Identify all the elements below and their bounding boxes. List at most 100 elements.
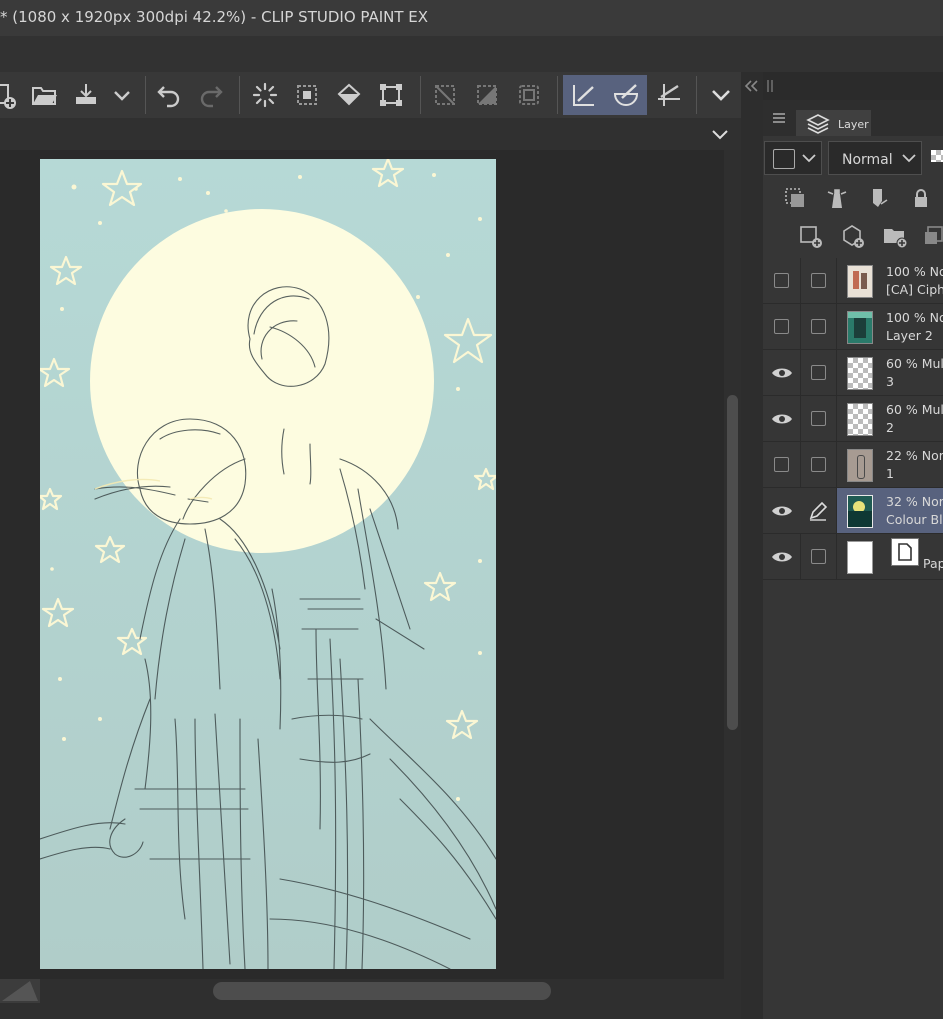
deselect-icon [435, 85, 455, 105]
redo-icon [200, 86, 223, 108]
visibility-checkbox[interactable] [774, 319, 789, 334]
layer-row[interactable]: 100 % No Layer 2 [763, 304, 943, 350]
save-menu-button[interactable] [102, 75, 142, 115]
layer-tools-row-1 [763, 180, 943, 216]
tab-layer[interactable]: Layer [796, 110, 871, 136]
new-vector-layer-icon [843, 225, 864, 248]
vertical-scrollbar[interactable] [724, 150, 741, 979]
blend-mode-select[interactable]: Normal [828, 141, 922, 175]
blend-mode-value: Normal [842, 152, 893, 168]
artwork-canvas[interactable] [40, 159, 496, 969]
layer-name: 1 [886, 466, 894, 481]
layer-row[interactable]: Pap [763, 534, 943, 580]
layer-edit-toggle[interactable] [800, 396, 837, 441]
layer-name: Pap [923, 556, 943, 571]
new-folder-button[interactable] [881, 222, 909, 250]
layer-visibility-toggle[interactable] [763, 534, 801, 579]
layer-edit-toggle[interactable] [800, 304, 837, 349]
layer-row[interactable]: 60 % Multi 3 [763, 350, 943, 396]
transform-button[interactable] [371, 75, 411, 115]
layer-row[interactable]: 60 % Multi 2 [763, 396, 943, 442]
new-canvas-button[interactable] [0, 75, 22, 115]
edit-checkbox[interactable] [810, 319, 826, 334]
clip-to-layer-below-button[interactable] [781, 184, 809, 212]
horizontal-scrollbar[interactable] [0, 979, 741, 1003]
layer-thumbnail [847, 265, 873, 298]
opacity-checker-icon[interactable] [931, 150, 943, 162]
layer-row[interactable]: 22 % Norm 1 [763, 442, 943, 488]
layer-visibility-toggle[interactable] [763, 442, 801, 487]
layer-name: 3 [886, 374, 894, 389]
chevron-down-icon [114, 91, 130, 101]
snap-to-grid-button[interactable] [649, 75, 689, 115]
layer-thumbnail [847, 403, 873, 436]
lock-layer-button[interactable] [907, 184, 935, 212]
undo-button[interactable] [149, 75, 189, 115]
layer-visibility-toggle[interactable] [763, 396, 801, 441]
open-file-button[interactable] [24, 75, 64, 115]
snap-to-ruler-button[interactable] [563, 75, 605, 115]
layer-edit-toggle[interactable] [800, 442, 837, 487]
layer-edit-toggle[interactable] [800, 350, 837, 395]
layer-edit-toggle[interactable] [800, 488, 837, 533]
vertical-scroll-thumb[interactable] [727, 395, 738, 730]
transform-icon [380, 84, 402, 106]
new-raster-layer-button[interactable] [797, 222, 825, 250]
edit-checkbox[interactable] [810, 273, 826, 288]
edit-checkbox[interactable] [810, 457, 826, 472]
invert-selection-icon [477, 85, 497, 105]
visibility-checkbox[interactable] [774, 273, 789, 288]
edit-checkbox[interactable] [810, 365, 826, 380]
edit-checkbox[interactable] [810, 549, 826, 564]
reference-layer-button[interactable] [823, 184, 851, 212]
layer-color-select[interactable] [764, 141, 822, 175]
layer-visibility-toggle[interactable] [763, 350, 801, 395]
toolbar-separator [557, 76, 558, 114]
layer-visibility-toggle[interactable] [763, 258, 801, 303]
draft-layer-button[interactable] [865, 184, 893, 212]
canvas-area[interactable] [0, 150, 741, 979]
redo-button[interactable] [191, 75, 231, 115]
clear-button[interactable] [245, 75, 285, 115]
layer-opacity-mode: 60 % Multi [886, 356, 943, 371]
collapse-panel-icon[interactable] [743, 78, 761, 94]
layer-row[interactable]: 100 % No [CA] Ciphe [763, 258, 943, 304]
layer-color-swatch [773, 149, 795, 169]
invert-selection-button[interactable] [467, 75, 507, 115]
snap-to-special-ruler-button[interactable] [605, 75, 647, 115]
horizontal-scroll-thumb[interactable] [213, 982, 551, 1000]
grip-icon [767, 80, 773, 92]
more-commands-button[interactable] [701, 75, 741, 115]
toolbar-separator [239, 76, 240, 114]
fill-button[interactable] [329, 75, 369, 115]
save-icon [76, 84, 96, 104]
save-button[interactable] [66, 75, 106, 115]
deselect-button[interactable] [425, 75, 465, 115]
eye-icon [771, 414, 792, 423]
chevron-down-icon[interactable] [709, 124, 731, 144]
edit-checkbox[interactable] [810, 411, 826, 426]
clear-icon [252, 82, 278, 108]
new-canvas-icon [0, 84, 16, 109]
layer-edit-toggle[interactable] [800, 258, 837, 303]
navigator-corner[interactable] [0, 979, 40, 1003]
panel-divider[interactable] [741, 72, 773, 1019]
layer-visibility-toggle[interactable] [763, 304, 801, 349]
transfer-layer-button[interactable] [921, 222, 943, 250]
clip-icon [785, 188, 804, 207]
paper-icon [898, 543, 912, 561]
show-selection-button[interactable] [509, 75, 549, 115]
layer-thumbnail [847, 495, 873, 528]
clear-outside-selection-button[interactable] [287, 75, 327, 115]
new-vector-layer-button[interactable] [839, 222, 867, 250]
panel-menu-icon[interactable] [771, 111, 787, 125]
chevron-down-icon [802, 154, 816, 163]
layer-tools-row-2 [763, 218, 943, 254]
layer-thumbnail [847, 357, 873, 390]
layer-visibility-toggle[interactable] [763, 488, 801, 533]
visibility-checkbox[interactable] [774, 457, 789, 472]
eye-icon [771, 506, 792, 515]
tab-layer-label: Layer [838, 118, 869, 131]
layer-edit-toggle[interactable] [800, 534, 837, 579]
layer-row-selected[interactable]: 32 % Norm Colour Bl [763, 488, 943, 534]
